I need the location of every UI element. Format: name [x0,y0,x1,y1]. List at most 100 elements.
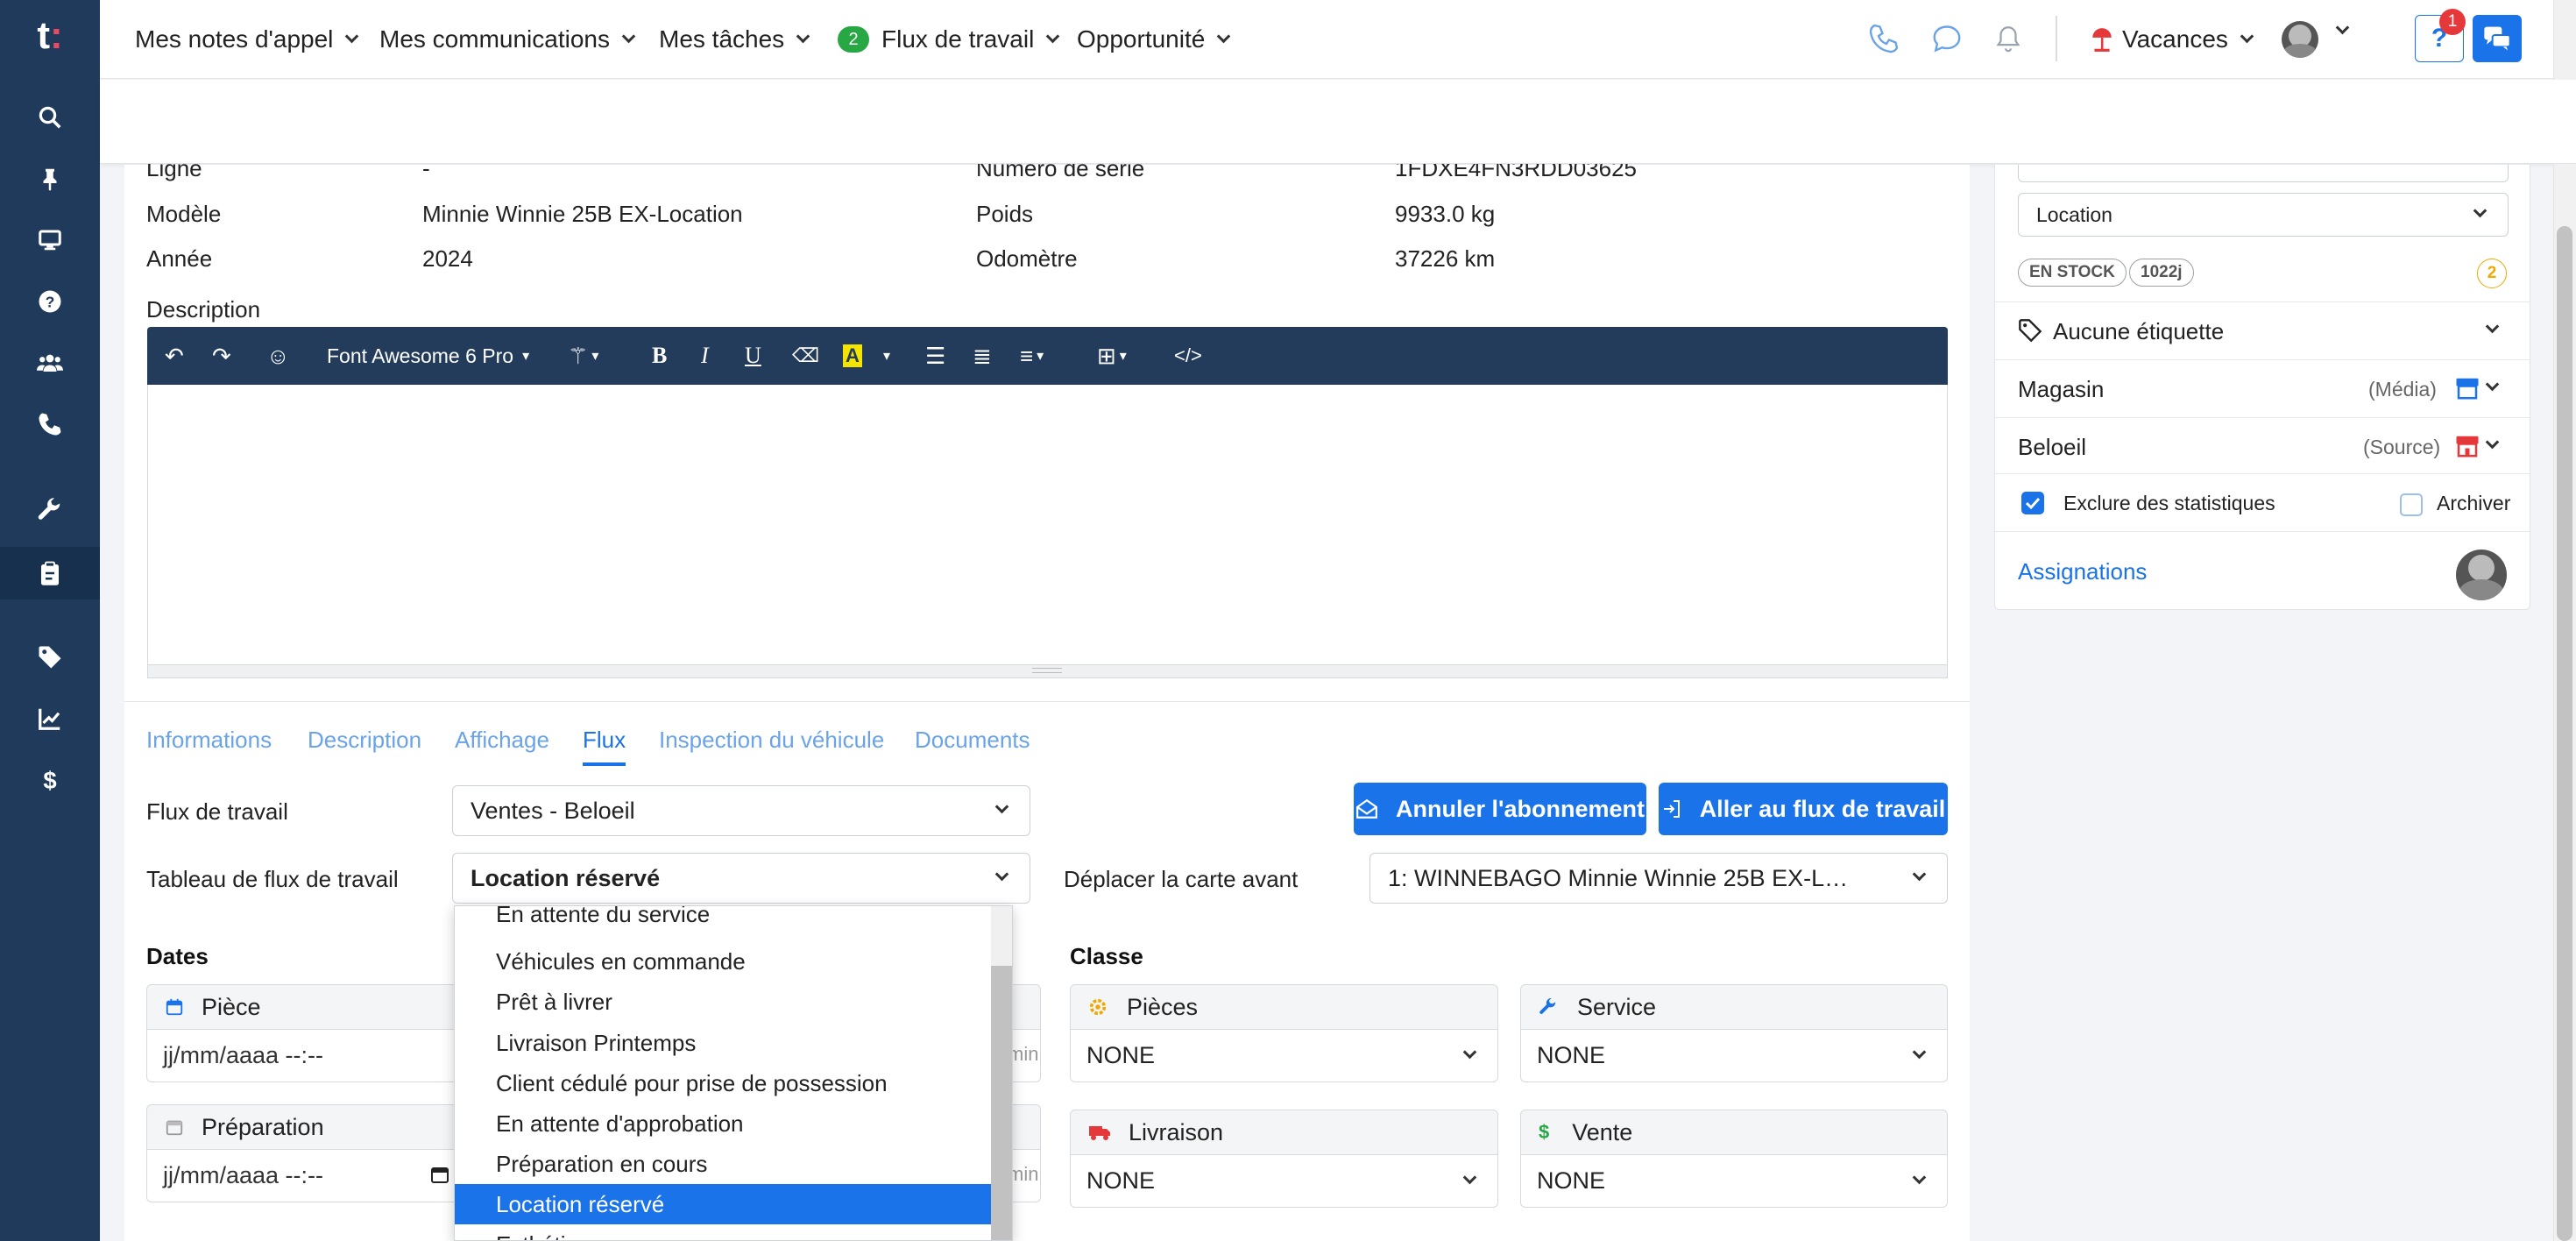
beloeil-row[interactable]: Beloeil (Source) [1995,417,2530,473]
calendar-picker-icon[interactable] [429,1164,450,1185]
ordered-list-icon[interactable]: ≣ [973,327,992,385]
beloeil-label: Beloeil [2018,434,2087,460]
bell-icon[interactable] [1993,23,2023,54]
app-logo[interactable]: t: [0,14,100,58]
status-select-clipped[interactable] [2018,165,2509,182]
phone-icon[interactable] [0,398,100,450]
scrollbar-thumb[interactable] [2557,226,2572,1241]
scrollbar-thumb[interactable] [991,966,1012,1240]
dropdown-scrollbar[interactable] [991,906,1012,1240]
dropdown-option[interactable]: Esthétique [455,1224,993,1241]
unordered-list-icon[interactable]: ☰ [925,327,945,385]
dollar-icon[interactable]: $ [0,754,100,806]
service-select[interactable]: NONE [1520,1030,1948,1082]
nav-communications[interactable]: Mes communications [379,0,636,79]
envelope-open-icon [1356,798,1377,819]
assignations-link[interactable]: Assignations [2018,558,2147,585]
vacation-menu[interactable]: Vacances [2091,0,2254,79]
page-scrollbar[interactable] [2553,0,2576,1241]
nav-opportunity[interactable]: Opportunité [1077,0,1231,79]
tableau-select[interactable]: Location réservé [452,853,1030,904]
align-icon[interactable]: ≡ ▾ [1020,327,1044,385]
tab-informations[interactable]: Informations [146,727,272,754]
eraser-icon[interactable]: ⌫ [792,327,819,385]
move-card-select[interactable]: 1: WINNEBAGO Minnie Winnie 25B EX-Locati… [1369,853,1948,904]
bold-icon[interactable]: B [652,327,667,385]
dropdown-option[interactable]: Prêt à livrer [455,982,993,1022]
chevron-down-icon [621,29,636,43]
dropdown-option-selected[interactable]: Location réservé [455,1184,993,1224]
tab-affichage[interactable]: Affichage [455,727,549,754]
chevron-down-icon [994,867,1009,882]
nav-workflow[interactable]: 2 Flux de travail [838,0,1060,79]
table-icon[interactable]: ⊞ ▾ [1097,327,1127,385]
gear-icon [1089,998,1107,1016]
nav-call-notes[interactable]: Mes notes d'appel [135,0,359,79]
dropdown-option[interactable]: En attente du service [455,906,993,934]
chevron-down-icon [1912,867,1927,882]
unsubscribe-button[interactable]: Annuler l'abonnement [1354,783,1646,835]
desktop-icon[interactable] [0,214,100,266]
no-tag-label: Aucune étiquette [2053,318,2225,344]
dropdown-option[interactable]: Livraison Printemps [455,1023,993,1063]
emoji-icon[interactable]: ☺ [266,327,290,385]
tab-description[interactable]: Description [308,727,421,754]
users-icon[interactable] [0,337,100,389]
pin-icon[interactable] [0,152,100,205]
phone-icon[interactable] [1868,23,1900,54]
search-icon[interactable] [0,91,100,144]
undo-icon[interactable]: ↶ [165,327,184,385]
tags-row[interactable]: Aucune étiquette [1995,301,2530,359]
vente-header: $ Vente [1520,1110,1948,1155]
code-view-icon[interactable]: </> [1174,327,1202,385]
archive-checkbox[interactable] [2400,493,2423,516]
messages-button[interactable] [2473,15,2522,62]
description-editor[interactable] [147,385,1948,678]
caret-down-icon[interactable]: ▾ [883,327,890,385]
livraison-select[interactable]: NONE [1070,1155,1498,1208]
font-family-select[interactable]: Font Awesome 6 Pro ▾ [327,327,529,385]
chat-icon[interactable] [1931,23,1963,54]
tag-icon[interactable] [0,631,100,684]
help-circle-icon[interactable]: ? [0,275,100,328]
flux-select[interactable]: Ventes - Beloeil [452,785,1030,836]
clipboard-icon[interactable] [0,547,100,599]
description-label: Description [146,296,261,323]
dropdown-option[interactable]: Préparation en cours [455,1144,993,1184]
chevron-down-icon [2473,203,2488,218]
divider [2056,16,2057,61]
tab-flux[interactable]: Flux [583,727,626,766]
vente-select[interactable]: NONE [1520,1155,1948,1208]
dropdown-option[interactable]: Client cédulé pour prise de possession [455,1063,993,1103]
store-icon [2456,378,2479,400]
status-select[interactable]: Location [2018,193,2509,237]
avatar[interactable] [2282,21,2318,58]
pieces-header: Pièces [1070,984,1498,1030]
flux-label: Flux de travail [146,798,288,825]
highlight-color-icon[interactable]: A [843,327,862,385]
go-to-workflow-button[interactable]: Aller au flux de travail [1659,783,1948,835]
dropdown-option[interactable]: Véhicules en commande [455,941,993,982]
magasin-row[interactable]: Magasin (Média) [1995,359,2530,417]
nav-tasks[interactable]: Mes tâches [659,0,810,79]
wrench-icon[interactable] [0,484,100,536]
tab-documents[interactable]: Documents [915,727,1030,754]
right-panel: Location EN STOCK 1022j 2 Aucune étiquet… [1994,165,2530,610]
count-badge: 2 [2477,259,2507,288]
italic-icon[interactable]: I [701,327,709,385]
tableau-dropdown-list[interactable]: En attente du service Véhicules en comma… [454,905,1013,1241]
underline-icon[interactable]: U [745,327,761,385]
magic-wand-icon[interactable]: ⚚ ▾ [568,327,598,385]
assignee-avatar[interactable] [2456,550,2507,600]
nav-label: Opportunité [1077,25,1206,53]
chart-line-icon[interactable] [0,692,100,745]
poids-value: 9933.0 kg [1395,201,1496,227]
dropdown-option[interactable]: En attente d'approbation [455,1103,993,1144]
exclude-stats-checkbox[interactable] [2021,492,2044,514]
pieces-select[interactable]: NONE [1070,1030,1498,1082]
shop-icon [2456,436,2479,457]
magasin-label: Magasin [2018,376,2105,402]
chevron-down-icon [1462,1045,1477,1060]
redo-icon[interactable]: ↷ [212,327,231,385]
tab-inspection[interactable]: Inspection du véhicule [659,727,884,754]
